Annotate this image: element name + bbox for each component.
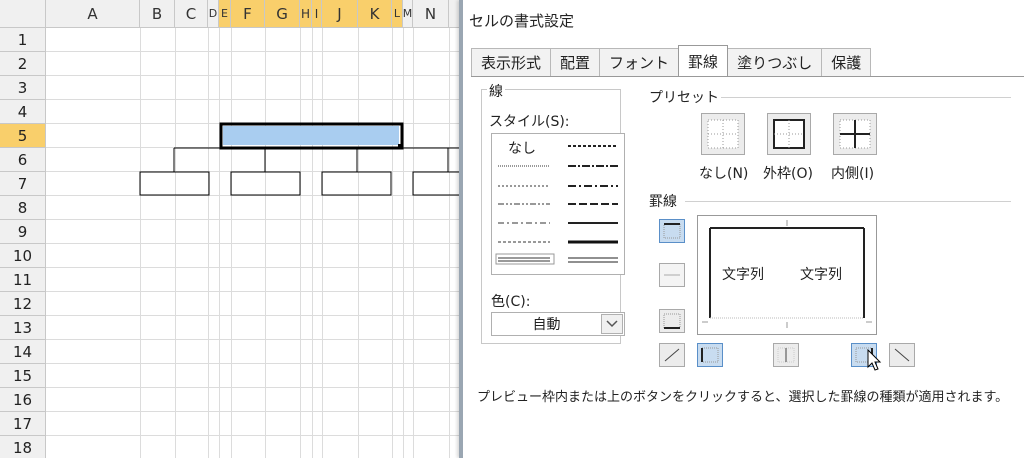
border-group-label: 罫線 [649,194,677,210]
presets-label: プリセット [649,90,719,106]
border-top-button[interactable] [659,219,685,243]
preview-text: 文字列 [800,267,842,283]
org-chart-borders [139,122,466,196]
border-diagonal-down-button[interactable] [889,343,915,367]
color-select[interactable]: 自動 [491,312,625,336]
preset-inside-label: 内側(I) [831,166,875,182]
org-box [230,171,301,196]
line-style-list[interactable]: なし [491,133,625,275]
cursor-icon [867,349,882,371]
diagonal-down-icon [894,348,910,362]
selected-range-fill [223,126,399,145]
org-box [321,171,392,196]
preset-outline-icon [773,119,805,149]
border-inside-vertical-icon [777,347,795,363]
dialog-title: セルの書式設定 [469,12,575,30]
border-diagonal-up-button[interactable] [659,343,685,367]
border-inside-horizontal-button[interactable] [659,263,685,287]
border-inside-vertical-button[interactable] [773,343,799,367]
border-left-button[interactable] [697,343,723,367]
preset-outline-button[interactable] [767,113,811,155]
format-cells-dialog: セルの書式設定 表示形式 配置 フォント 罫線 塗りつぶし 保護 線 スタイル(… [459,0,1024,458]
org-box [139,171,210,196]
tab-fill[interactable]: 塗りつぶし [727,48,823,76]
preset-outline-label: 外枠(O) [763,166,813,182]
preset-none-label: なし(N) [699,166,749,182]
tab-bar: 表示形式 配置 フォント 罫線 塗りつぶし 保護 [471,45,872,76]
line-style-swatches[interactable] [492,134,624,274]
hint-text: プレビュー枠内または上のボタンをクリックすると、選択した罫線の種類が適用されます… [477,390,1009,405]
border-bottom-button[interactable] [659,309,685,333]
preview-text: 文字列 [722,267,764,283]
preset-inside-icon [839,119,871,149]
diagonal-up-icon [664,348,680,362]
tab-alignment[interactable]: 配置 [550,48,601,76]
tab-number[interactable]: 表示形式 [471,48,552,76]
border-inside-horizontal-icon [664,274,680,276]
border-top-icon [663,223,681,239]
spreadsheet[interactable]: A B C D E F G H I J K L M N 1 2 3 4 5 6 … [0,0,466,458]
line-group-label: 線 [487,81,505,101]
border-bottom-icon [663,313,681,329]
border-preview[interactable]: 文字列 文字列 [697,215,877,335]
preset-inside-button[interactable] [833,113,877,155]
tab-protection[interactable]: 保護 [821,48,872,76]
color-label: 色(C): [491,294,531,310]
border-tab-panel: 線 スタイル(S): なし 色(C): 自動 プリセット なし(N) 外枠(O)… [471,76,1024,376]
preset-none-icon [707,119,739,149]
chevron-down-icon[interactable] [601,314,623,334]
color-select-value: 自動 [532,317,561,333]
border-left-icon [701,347,719,363]
preset-none-button[interactable] [701,113,745,155]
tab-font[interactable]: フォント [599,48,680,76]
tab-border[interactable]: 罫線 [678,45,729,76]
style-label: スタイル(S): [489,114,570,130]
